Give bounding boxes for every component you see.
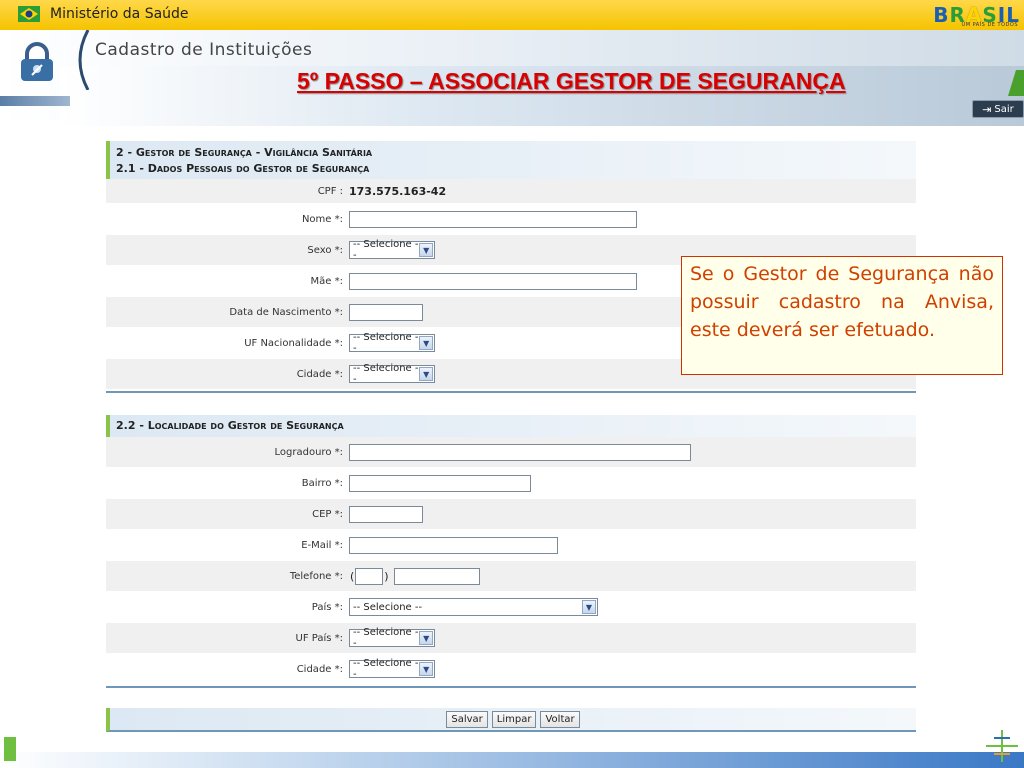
section-location-header: 2.2 - Localidade do Gestor de Segurança [106, 415, 916, 437]
telefone-input[interactable] [393, 567, 480, 585]
uf-pais-label: UF País *: [295, 632, 344, 644]
cidade2-select[interactable]: -- Selecione -- ▼ [349, 658, 435, 680]
logout-button[interactable]: ⇥ Sair [972, 100, 1024, 118]
logradouro-row: Logradouro *: [106, 437, 916, 468]
cep-label: CEP *: [312, 508, 343, 520]
tel-close-paren: ) [384, 569, 389, 583]
cpf-label: CPF : [317, 185, 343, 197]
footer-green-accent [4, 737, 16, 761]
green-accent-decoration [1008, 70, 1024, 96]
logout-icon: ⇥ [982, 102, 992, 116]
mae-label: Mãe *: [310, 275, 343, 287]
save-button[interactable]: Salvar [446, 710, 488, 728]
cidade-select[interactable]: -- Selecione -- ▼ [349, 363, 435, 385]
logout-label: Sair [994, 103, 1014, 115]
cep-input[interactable] [349, 505, 423, 523]
anvisa-logo-icon [986, 730, 1018, 762]
chevron-down-icon[interactable]: ▼ [419, 662, 433, 676]
pais-label: País *: [311, 601, 343, 613]
cpf-value: 173.575.163-42 [349, 184, 447, 198]
section-title: 2 - Gestor de Segurança - Vigilância San… [116, 146, 373, 159]
cep-row: CEP *: [106, 499, 916, 530]
bairro-row: Bairro *: [106, 468, 916, 499]
system-title: Cadastro de Instituições [95, 40, 313, 60]
chevron-down-icon[interactable]: ▼ [419, 631, 433, 645]
section-title: 2.2 - Localidade do Gestor de Segurança [116, 419, 344, 432]
cidade2-row: Cidade *: -- Selecione -- ▼ [106, 654, 916, 685]
tel-open-paren: ( [350, 569, 355, 583]
brasil-logo: BRASIL UM PAÍS DE TODOS [933, 0, 1024, 30]
footer-band [0, 752, 1024, 768]
clear-button[interactable]: Limpar [491, 710, 537, 728]
logradouro-label: Logradouro *: [274, 446, 343, 458]
uf-pais-row: UF País *: -- Selecione -- ▼ [106, 623, 916, 654]
bairro-label: Bairro *: [301, 477, 343, 489]
uf-nacionalidade-value: -- Selecione -- [353, 332, 419, 354]
pais-select[interactable]: -- Selecione -- ▼ [349, 598, 598, 616]
pais-select-value: -- Selecione -- [353, 601, 423, 613]
section-subtitle: 2.1 - Dados Pessoais do Gestor de Segura… [116, 162, 370, 175]
chevron-down-icon[interactable]: ▼ [582, 600, 596, 614]
nome-row: Nome *: [106, 204, 916, 235]
pais-row: País *: -- Selecione -- ▼ [106, 592, 916, 623]
chevron-down-icon[interactable]: ▼ [419, 243, 433, 257]
bairro-input[interactable] [349, 474, 531, 492]
ddd-input[interactable] [355, 567, 384, 585]
email-row: E-Mail *: [106, 530, 916, 561]
chevron-down-icon[interactable]: ▼ [419, 336, 433, 350]
cpf-row: CPF : 173.575.163-42 [106, 179, 916, 204]
cidade2-label: Cidade *: [296, 663, 343, 675]
telefone-row: Telefone *: ( ) [106, 561, 916, 592]
email-input[interactable] [349, 536, 558, 554]
sexo-label: Sexo *: [307, 244, 343, 256]
header-arc-decoration [78, 30, 90, 90]
ministry-name: Ministério da Saúde [50, 6, 189, 22]
logradouro-input[interactable] [349, 443, 691, 461]
registration-form: 2 - Gestor de Segurança - Vigilância San… [106, 141, 916, 732]
cidade-label: Cidade *: [296, 368, 343, 380]
nascimento-label: Data de Nascimento *: [229, 306, 343, 318]
step-title: 5º PASSO – ASSOCIAR GESTOR DE SEGURANÇA [297, 68, 846, 94]
sexo-select[interactable]: -- Selecione -- ▼ [349, 239, 435, 261]
uf-pais-select[interactable]: -- Selecione -- ▼ [349, 627, 435, 649]
mae-input[interactable] [349, 272, 637, 290]
security-lock-icon [21, 42, 53, 81]
brasil-logo-subtitle: UM PAÍS DE TODOS [961, 22, 1018, 28]
chevron-down-icon[interactable]: ▼ [419, 367, 433, 381]
button-bar: Salvar Limpar Voltar [106, 708, 916, 732]
cidade2-select-value: -- Selecione -- [353, 658, 419, 680]
section-divider [106, 686, 916, 688]
back-button[interactable]: Voltar [540, 710, 580, 728]
nome-label: Nome *: [301, 213, 343, 225]
brazil-flag-icon [18, 6, 40, 22]
sexo-select-value: -- Selecione -- [353, 239, 419, 261]
uf-nacionalidade-select[interactable]: -- Selecione -- ▼ [349, 332, 435, 354]
section-personal-header: 2 - Gestor de Segurança - Vigilância San… [106, 141, 916, 179]
top-bar: Ministério da Saúde BRASIL UM PAÍS DE TO… [0, 0, 1024, 31]
telefone-label: Telefone *: [289, 570, 343, 582]
nome-input[interactable] [349, 210, 637, 228]
instruction-callout: Se o Gestor de Segurança não possuir cad… [681, 256, 1003, 375]
cidade-select-value: -- Selecione -- [353, 363, 419, 385]
uf-nacionalidade-label: UF Nacionalidade *: [244, 337, 343, 349]
nascimento-input[interactable] [349, 303, 423, 321]
uf-pais-select-value: -- Selecione -- [353, 627, 419, 649]
email-label: E-Mail *: [301, 539, 343, 551]
